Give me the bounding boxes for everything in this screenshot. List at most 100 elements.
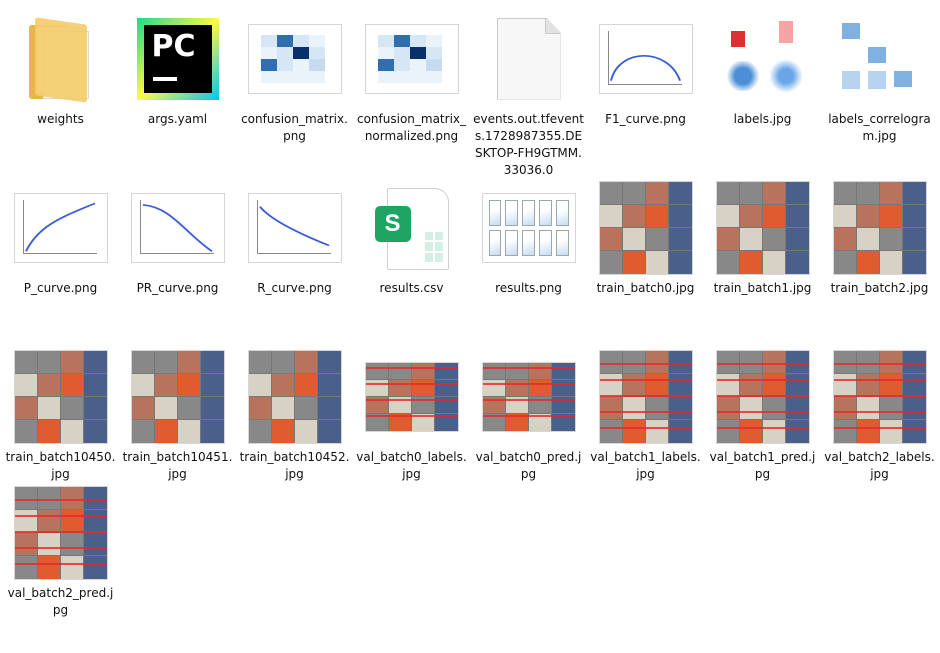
file-icon-container (590, 10, 702, 107)
image-thumbnail-icon (247, 23, 342, 94)
image-thumbnail-icon (716, 12, 809, 105)
file-item[interactable]: train_batch0.jpg (587, 179, 704, 348)
image-thumbnail-icon (13, 192, 108, 263)
file-icon-container (707, 10, 819, 107)
file-item[interactable]: PR_curve.png (119, 179, 236, 348)
file-icon-container (239, 348, 351, 445)
file-name-label: labels_correlogram.jpg (828, 112, 931, 143)
file-icon-container (707, 348, 819, 445)
folder-icon (28, 16, 93, 103)
file-item[interactable]: train_batch10451.jpg (119, 348, 236, 484)
file-icon-container (590, 179, 702, 276)
image-thumbnail-icon (832, 349, 927, 444)
file-name-label: val_batch2_labels.jpg (824, 450, 935, 481)
file-item[interactable]: R_curve.png (236, 179, 353, 348)
file-name-label: val_batch0_labels.jpg (356, 450, 467, 481)
file-icon-container (473, 348, 585, 445)
image-thumbnail-icon (715, 349, 810, 444)
file-name-label: R_curve.png (257, 281, 332, 295)
image-thumbnail-icon (833, 12, 926, 105)
file-icon-container (824, 10, 936, 107)
file-icon-container (5, 348, 117, 445)
file-icon-container (824, 348, 936, 445)
file-icon-container (122, 348, 234, 445)
file-item[interactable]: val_batch0_pred.jpg (470, 348, 587, 484)
file-name-label: train_batch2.jpg (830, 281, 929, 295)
file-item[interactable]: train_batch10452.jpg (236, 348, 353, 484)
file-name-label: train_batch1.jpg (713, 281, 812, 295)
image-thumbnail-icon (130, 192, 225, 263)
image-thumbnail-icon (832, 180, 927, 275)
spreadsheet-file-icon: S (374, 187, 449, 270)
file-name-label: F1_curve.png (605, 112, 686, 126)
file-item[interactable]: events.out.tfevents.1728987355.DESKTOP-F… (470, 10, 587, 179)
image-thumbnail-icon (364, 361, 459, 432)
image-thumbnail-icon (598, 349, 693, 444)
file-icon-container (5, 10, 117, 107)
file-grid: weights PC args.yaml confusion_matrix.png co… (2, 10, 938, 653)
blank-file-icon (496, 17, 561, 100)
file-icon-container (239, 179, 351, 276)
file-name-label: train_batch10452.jpg (239, 450, 350, 481)
file-icon-container (239, 10, 351, 107)
file-item[interactable]: Sresults.csv (353, 179, 470, 348)
file-name-label: labels.jpg (733, 112, 792, 126)
file-icon-container (473, 10, 585, 107)
file-item[interactable]: P_curve.png (2, 179, 119, 348)
file-name-label: train_batch0.jpg (596, 281, 695, 295)
file-name-label: results.png (495, 281, 562, 295)
file-name-label: results.csv (379, 281, 444, 295)
file-item[interactable]: val_batch2_pred.jpg (2, 484, 119, 653)
image-thumbnail-icon (481, 361, 576, 432)
image-thumbnail-icon (364, 23, 459, 94)
file-name-label: val_batch0_pred.jpg (475, 450, 582, 481)
file-item[interactable]: PC args.yaml (119, 10, 236, 179)
file-item[interactable]: F1_curve.png (587, 10, 704, 179)
pycharm-icon: PC (136, 17, 219, 100)
image-thumbnail-icon (13, 349, 108, 444)
file-item[interactable]: train_batch2.jpg (821, 179, 938, 348)
file-name-label: train_batch10451.jpg (122, 450, 233, 481)
file-icon-container: PC (122, 10, 234, 107)
file-item[interactable]: val_batch1_pred.jpg (704, 348, 821, 484)
file-icon-container (356, 348, 468, 445)
file-item[interactable]: labels_correlogram.jpg (821, 10, 938, 179)
image-thumbnail-icon (247, 349, 342, 444)
file-icon-container (824, 179, 936, 276)
file-icon-container (707, 179, 819, 276)
image-thumbnail-icon (130, 349, 225, 444)
file-name-label: args.yaml (147, 112, 208, 126)
file-item[interactable]: weights (2, 10, 119, 179)
file-name-label: val_batch1_pred.jpg (709, 450, 816, 481)
file-item[interactable]: val_batch1_labels.jpg (587, 348, 704, 484)
file-name-label: confusion_matrix.png (241, 112, 348, 143)
file-item[interactable]: confusion_matrix_normalized.png (353, 10, 470, 179)
file-item[interactable]: val_batch2_labels.jpg (821, 348, 938, 484)
image-thumbnail-icon (481, 192, 576, 263)
file-item[interactable]: labels.jpg (704, 10, 821, 179)
file-name-label: confusion_matrix_normalized.png (356, 112, 467, 143)
file-item[interactable]: confusion_matrix.png (236, 10, 353, 179)
file-icon-container (122, 179, 234, 276)
file-icon-container (473, 179, 585, 276)
image-thumbnail-icon (598, 23, 693, 94)
image-thumbnail-icon (715, 180, 810, 275)
file-item[interactable]: val_batch0_labels.jpg (353, 348, 470, 484)
file-icon-container (356, 10, 468, 107)
file-icon-container (5, 484, 117, 581)
file-name-label: events.out.tfevents.1728987355.DESKTOP-F… (473, 112, 584, 177)
file-name-label: train_batch10450.jpg (5, 450, 116, 481)
file-name-label: val_batch2_pred.jpg (7, 586, 114, 617)
file-name-label: weights (37, 112, 84, 126)
file-item[interactable]: train_batch10450.jpg (2, 348, 119, 484)
file-icon-container: S (356, 179, 468, 276)
image-thumbnail-icon (247, 192, 342, 263)
file-icon-container (5, 179, 117, 276)
file-name-label: P_curve.png (23, 281, 98, 295)
file-item[interactable]: results.png (470, 179, 587, 348)
file-icon-container (590, 348, 702, 445)
image-thumbnail-icon (13, 485, 108, 580)
file-name-label: val_batch1_labels.jpg (590, 450, 701, 481)
file-item[interactable]: train_batch1.jpg (704, 179, 821, 348)
file-name-label: PR_curve.png (136, 281, 219, 295)
